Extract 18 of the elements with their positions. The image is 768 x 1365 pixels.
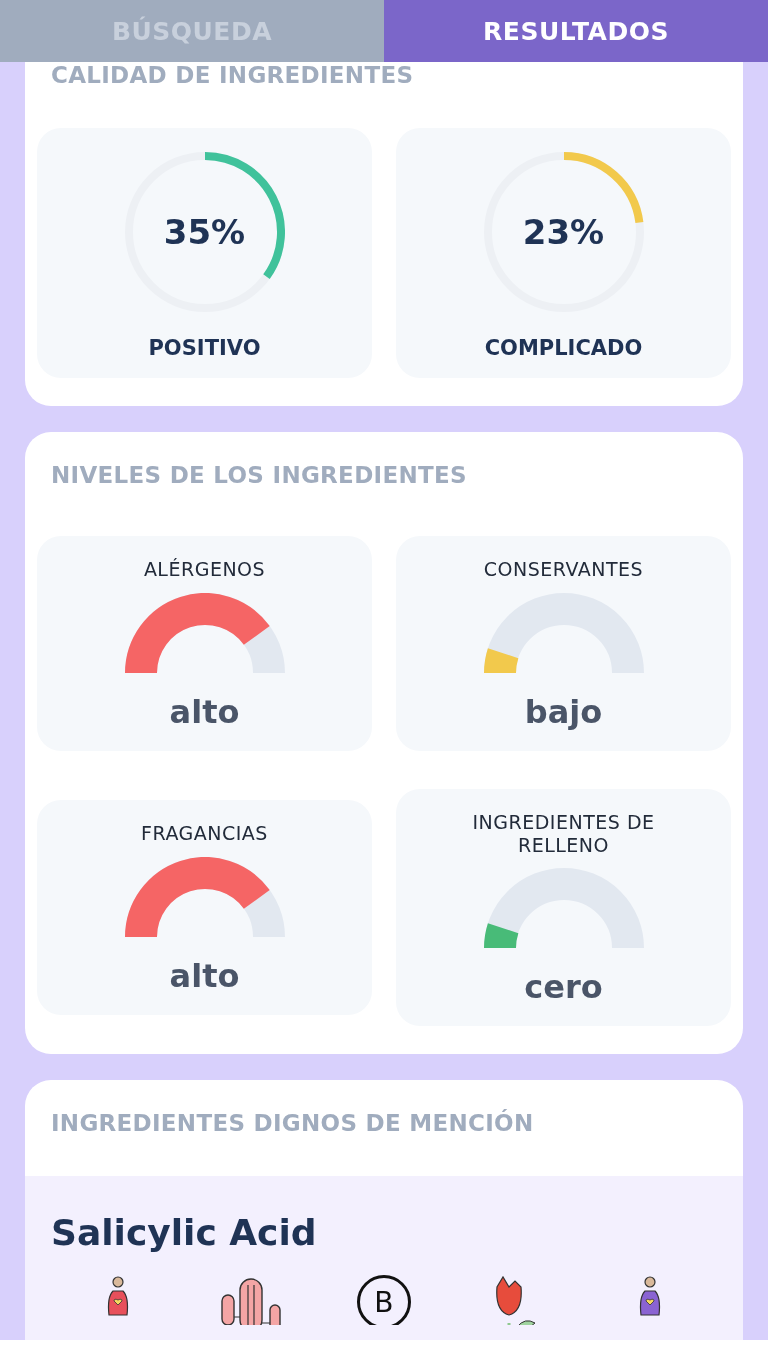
tab[interactable]: RESULTADOS xyxy=(384,0,768,62)
section-title: NIVELES DE LOS INGREDIENTES xyxy=(51,462,468,488)
letter-icon: B xyxy=(356,1275,411,1326)
level-reading: alto xyxy=(169,957,240,995)
section-title: INGREDIENTES DIGNOS DE MENCIÓN xyxy=(51,1110,535,1137)
level-label: FRAGANCIAS xyxy=(141,822,268,845)
level-label: CONSERVANTES xyxy=(483,558,644,581)
score-value: 23% xyxy=(521,211,606,254)
level-reading: cero xyxy=(524,968,603,1007)
score-value: 35% xyxy=(162,211,247,254)
ingredient-name: Salicylic Acid xyxy=(51,1212,318,1254)
level-label: INGREDIENTES DE RELLENO xyxy=(471,810,656,857)
score-label: POSITIVO xyxy=(148,336,261,360)
score-label: COMPLICADO xyxy=(484,336,643,360)
level-reading: bajo xyxy=(524,692,603,731)
level-label: ALÉRGENOS xyxy=(143,558,266,581)
section-title: CALIDAD DE INGREDIENTES xyxy=(51,62,415,88)
level-reading: alto xyxy=(169,692,240,731)
